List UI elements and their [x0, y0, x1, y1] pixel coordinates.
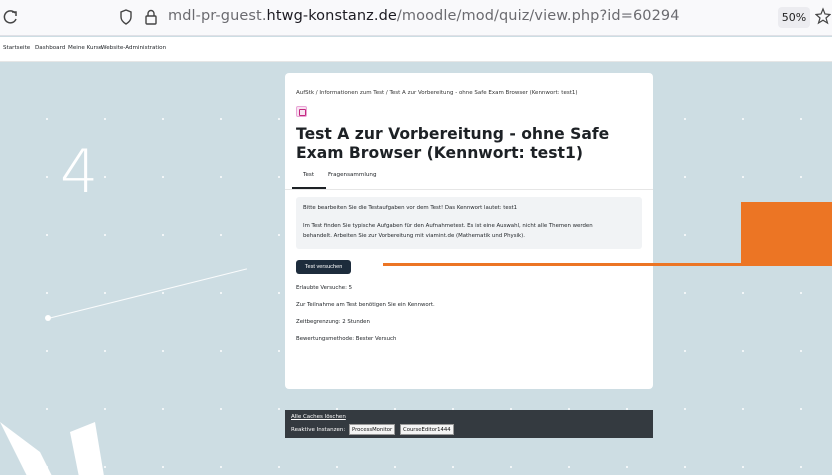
attempt-quiz-button[interactable]: Test versuchen [296, 260, 351, 274]
browser-toolbar: mdl-pr-guest.htwg-konstanz.de/moodle/mod… [0, 0, 832, 36]
url-host: htwg-konstanz.de [266, 8, 397, 24]
bookmark-star-icon[interactable] [814, 7, 832, 29]
primary-navigation: Startseite Dashboard Meine Kurse Website… [0, 37, 832, 62]
tracking-shield-icon[interactable] [119, 8, 133, 30]
decorative-dot [45, 315, 51, 321]
url-prefix: mdl-pr-guest. [168, 8, 267, 24]
grading-method: Bewertungsmethode: Bester Versuch [296, 336, 397, 342]
decorative-number: 4 [60, 137, 99, 207]
orange-annotation-box [741, 202, 832, 266]
url-path: /moodle/mod/quiz/view.php?id=60294 [396, 8, 680, 24]
url-bar[interactable]: mdl-pr-guest.htwg-konstanz.de/moodle/mod… [168, 8, 680, 24]
tab-fragensammlung[interactable]: Fragensammlung [328, 172, 377, 178]
orange-annotation-line [383, 263, 832, 266]
page-title: Test A zur Vorbereitung - ohne Safe Exam… [296, 125, 610, 162]
page-footer: Alle Caches löschen Reaktive Instanzen: … [285, 410, 653, 438]
time-limit: Zeitbegrenzung: 2 Stunden [296, 319, 370, 325]
course-editor-button[interactable]: CourseEditor1444 [400, 424, 454, 435]
tabs-divider [285, 189, 653, 190]
quiz-card: AufStk / Informationen zum Test / Test A… [285, 73, 653, 389]
nav-item-startseite[interactable]: Startseite [3, 45, 30, 51]
breadcrumb[interactable]: AufStk / Informationen zum Test / Test A… [296, 90, 578, 96]
allowed-attempts: Erlaubte Versuche: 5 [296, 285, 353, 291]
reactive-instances-label: Reaktive Instanzen: [291, 427, 346, 433]
decorative-shape [0, 422, 104, 475]
reload-icon[interactable] [3, 8, 19, 26]
intro-line-2: Im Test finden Sie typische Aufgaben für… [303, 223, 593, 229]
tab-test[interactable]: Test [303, 172, 314, 178]
quiz-intro-box: Bitte bearbeiten Sie die Testaufgaben vo… [296, 197, 642, 249]
zoom-level-badge[interactable]: 50% [778, 7, 810, 28]
quiz-icon [296, 106, 307, 117]
nav-item-meine-kurse[interactable]: Meine Kurse [68, 45, 102, 51]
intro-line-1: Bitte bearbeiten Sie die Testaufgaben vo… [303, 205, 518, 211]
nav-item-website-administration[interactable]: Website-Administration [101, 45, 166, 51]
password-note: Zur Teilnahme am Test benötigen Sie ein … [296, 302, 435, 308]
purge-caches-link[interactable]: Alle Caches löschen [291, 414, 346, 420]
intro-line-3: behandelt. Arbeiten Sie zur Vorbereitung… [303, 233, 525, 239]
lock-icon[interactable] [144, 8, 158, 30]
nav-item-dashboard[interactable]: Dashboard [35, 45, 65, 51]
process-monitor-button[interactable]: ProcessMonitor [349, 424, 396, 435]
